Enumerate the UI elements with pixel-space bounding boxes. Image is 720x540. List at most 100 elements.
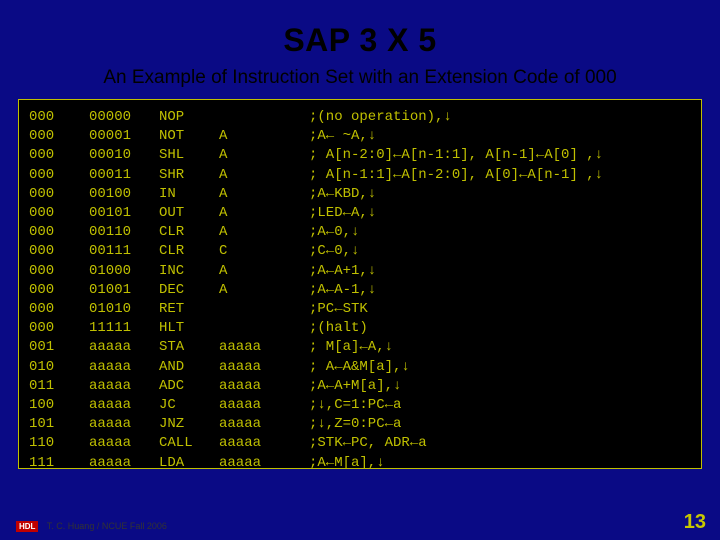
mnemonic-col: DEC xyxy=(159,281,219,300)
opcode-col: 010 xyxy=(29,358,89,377)
opcode-col: 000 xyxy=(29,223,89,242)
code-col: 00100 xyxy=(89,185,159,204)
opcode-col: 000 xyxy=(29,127,89,146)
mnemonic-col: LDA xyxy=(159,454,219,473)
mnemonic-col: CALL xyxy=(159,434,219,453)
table-row: 00000100INA;A←KBD,↓ xyxy=(29,185,691,204)
mnemonic-col: STA xyxy=(159,338,219,357)
table-row: 001aaaaaSTAaaaaa; M[a]←A,↓ xyxy=(29,338,691,357)
mnemonic-col: JNZ xyxy=(159,415,219,434)
comment-col: ;A←A-1,↓ xyxy=(309,281,691,300)
table-row: 00001010RET;PC←STK xyxy=(29,300,691,319)
arg-col: A xyxy=(219,127,309,146)
mnemonic-col: RET xyxy=(159,300,219,319)
comment-col: ;(no operation),↓ xyxy=(309,108,691,127)
opcode-col: 011 xyxy=(29,377,89,396)
code-col: 01001 xyxy=(89,281,159,300)
code-col: 00011 xyxy=(89,166,159,185)
code-col: 01010 xyxy=(89,300,159,319)
instruction-table: 00000000NOP;(no operation),↓00000001NOTA… xyxy=(18,99,702,469)
arg-col: aaaaa xyxy=(219,454,309,473)
comment-col: ;STK←PC, ADR←a xyxy=(309,434,691,453)
table-row: 00000011SHRA; A[n-1:1]←A[n-2:0], A[0]←A[… xyxy=(29,166,691,185)
opcode-col: 000 xyxy=(29,108,89,127)
table-row: 011aaaaaADCaaaaa;A←A+M[a],↓ xyxy=(29,377,691,396)
mnemonic-col: SHL xyxy=(159,146,219,165)
arg-col: A xyxy=(219,146,309,165)
mnemonic-col: JC xyxy=(159,396,219,415)
slide-title: SAP 3 X 5 xyxy=(0,0,720,67)
code-col: 11111 xyxy=(89,319,159,338)
opcode-col: 000 xyxy=(29,319,89,338)
mnemonic-col: IN xyxy=(159,185,219,204)
opcode-col: 000 xyxy=(29,166,89,185)
arg-col: C xyxy=(219,242,309,261)
arg-col: aaaaa xyxy=(219,396,309,415)
code-col: aaaaa xyxy=(89,338,159,357)
code-col: 00001 xyxy=(89,127,159,146)
page-number: 13 xyxy=(684,511,706,534)
code-col: aaaaa xyxy=(89,358,159,377)
opcode-col: 000 xyxy=(29,185,89,204)
arg-col: A xyxy=(219,185,309,204)
table-row: 110aaaaaCALLaaaaa;STK←PC, ADR←a xyxy=(29,434,691,453)
comment-col: ;A← ~A,↓ xyxy=(309,127,691,146)
footer-credit: T. C. Huang / NCUE Fall 2006 xyxy=(47,521,167,531)
arg-col: aaaaa xyxy=(219,377,309,396)
comment-col: ;A←0,↓ xyxy=(309,223,691,242)
comment-col: ;A←A+M[a],↓ xyxy=(309,377,691,396)
code-col: aaaaa xyxy=(89,434,159,453)
arg-col: aaaaa xyxy=(219,415,309,434)
arg-col xyxy=(219,108,309,127)
comment-col: ;LED←A,↓ xyxy=(309,204,691,223)
code-col: aaaaa xyxy=(89,454,159,473)
comment-col: ;(halt) xyxy=(309,319,691,338)
comment-col: ;↓,C=1:PC←a xyxy=(309,396,691,415)
opcode-col: 000 xyxy=(29,204,89,223)
comment-col: ;A←KBD,↓ xyxy=(309,185,691,204)
code-col: aaaaa xyxy=(89,377,159,396)
arg-col xyxy=(219,319,309,338)
table-row: 00001001DECA;A←A-1,↓ xyxy=(29,281,691,300)
slide-subtitle: An Example of Instruction Set with an Ex… xyxy=(0,67,720,95)
arg-col: A xyxy=(219,166,309,185)
opcode-col: 101 xyxy=(29,415,89,434)
opcode-col: 110 xyxy=(29,434,89,453)
mnemonic-col: SHR xyxy=(159,166,219,185)
code-col: 00101 xyxy=(89,204,159,223)
code-col: 00010 xyxy=(89,146,159,165)
table-row: 00001000INCA;A←A+1,↓ xyxy=(29,262,691,281)
comment-col: ;↓,Z=0:PC←a xyxy=(309,415,691,434)
mnemonic-col: CLR xyxy=(159,223,219,242)
comment-col: ; A[n-1:1]←A[n-2:0], A[0]←A[n-1] ,↓ xyxy=(309,166,691,185)
mnemonic-col: AND xyxy=(159,358,219,377)
table-row: 00000000NOP;(no operation),↓ xyxy=(29,108,691,127)
arg-col: aaaaa xyxy=(219,434,309,453)
arg-col: aaaaa xyxy=(219,358,309,377)
code-col: 00110 xyxy=(89,223,159,242)
mnemonic-col: OUT xyxy=(159,204,219,223)
arg-col: A xyxy=(219,223,309,242)
opcode-col: 111 xyxy=(29,454,89,473)
code-col: 00000 xyxy=(89,108,159,127)
table-row: 111aaaaaLDAaaaaa;A←M[a],↓ xyxy=(29,454,691,473)
comment-col: ; A[n-2:0]←A[n-1:1], A[n-1]←A[0] ,↓ xyxy=(309,146,691,165)
table-row: 00000001NOTA;A← ~A,↓ xyxy=(29,127,691,146)
opcode-col: 000 xyxy=(29,262,89,281)
comment-col: ; M[a]←A,↓ xyxy=(309,338,691,357)
arg-col: aaaaa xyxy=(219,338,309,357)
opcode-col: 001 xyxy=(29,338,89,357)
footer: HDL T. C. Huang / NCUE Fall 2006 xyxy=(16,521,167,532)
table-row: 00000010SHLA; A[n-2:0]←A[n-1:1], A[n-1]←… xyxy=(29,146,691,165)
arg-col: A xyxy=(219,262,309,281)
table-row: 010aaaaaANDaaaaa; A←A&M[a],↓ xyxy=(29,358,691,377)
table-row: 00000111CLRC;C←0,↓ xyxy=(29,242,691,261)
mnemonic-col: HLT xyxy=(159,319,219,338)
table-row: 00011111HLT ;(halt) xyxy=(29,319,691,338)
arg-col xyxy=(219,300,309,319)
opcode-col: 000 xyxy=(29,300,89,319)
opcode-col: 000 xyxy=(29,242,89,261)
comment-col: ;A←A+1,↓ xyxy=(309,262,691,281)
code-col: 01000 xyxy=(89,262,159,281)
comment-col: ;C←0,↓ xyxy=(309,242,691,261)
